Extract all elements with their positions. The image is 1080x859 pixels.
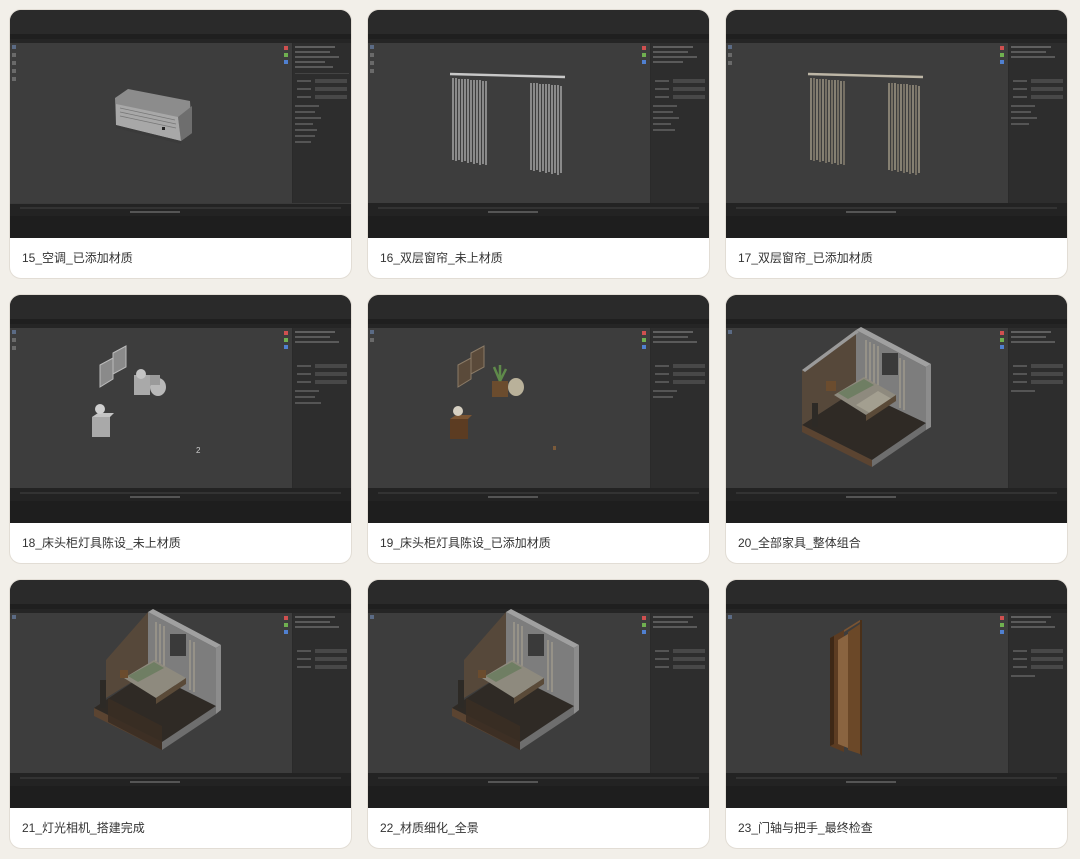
card-label: 18_床头柜灯具陈设_未上材质 [22,536,181,550]
screenshot-card-15[interactable]: 15_空调_已添加材质 [10,10,351,278]
blender-ui [726,10,1067,238]
card-label: 15_空调_已添加材质 [22,251,133,265]
blender-screenshot [726,295,1067,523]
viewport-text: 2 [196,446,201,455]
screenshot-card-19[interactable]: 19_床头柜灯具陈设_已添加材质 [368,295,709,563]
blender-screenshot [726,10,1067,238]
blender-screenshot: 2 [10,295,351,523]
screenshot-card-17[interactable]: 17_双层窗帘_已添加材质 [726,10,1067,278]
screenshot-card-16[interactable]: 16_双层窗帘_未上材质 [368,10,709,278]
card-label: 21_灯光相机_搭建完成 [22,821,145,835]
blender-ui [10,295,351,523]
card-label: 23_门轴与把手_最终检查 [738,821,873,835]
screenshot-card-21[interactable]: 21_灯光相机_搭建完成 [10,580,351,848]
card-label: 22_材质细化_全景 [380,821,479,835]
blender-screenshot [368,10,709,238]
blender-screenshot [10,10,351,238]
blender-screenshot [368,580,709,808]
blender-ui [368,10,709,238]
blender-screenshot [368,295,709,523]
card-label: 17_双层窗帘_已添加材质 [738,251,873,265]
blender-screenshot [10,580,351,808]
blender-screenshot [726,580,1067,808]
card-label: 16_双层窗帘_未上材质 [380,251,503,265]
card-label: 20_全部家具_整体组合 [738,536,861,550]
door-frame-model [830,620,862,756]
screenshot-card-18[interactable]: 2 18_床头柜灯具陈设_未上材质 [10,295,351,563]
screenshot-card-23[interactable]: 23_门轴与把手_最终检查 [726,580,1067,848]
card-label: 19_床头柜灯具陈设_已添加材质 [380,536,551,550]
screenshot-card-20[interactable]: 20_全部家具_整体组合 [726,295,1067,563]
blender-ui [368,295,709,523]
screenshot-card-22[interactable]: 22_材质细化_全景 [368,580,709,848]
blender-ui [726,580,1067,808]
